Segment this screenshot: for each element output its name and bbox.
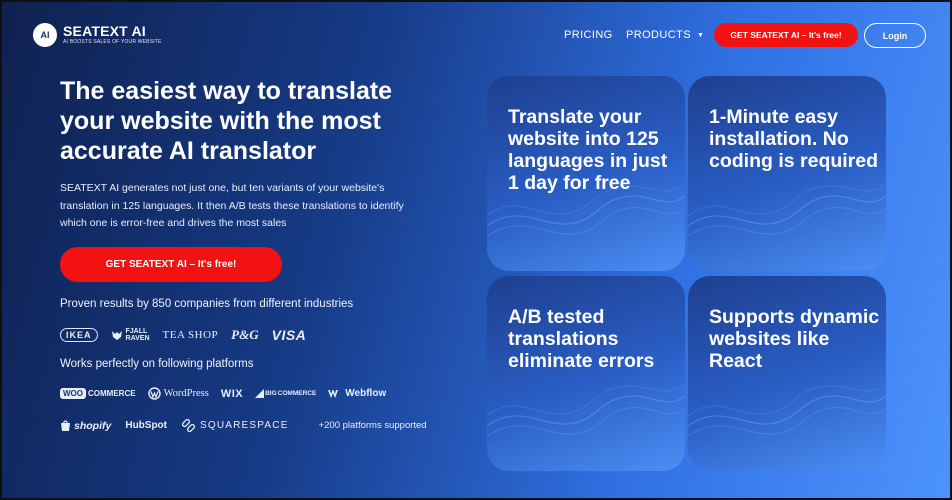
header-cta-button[interactable]: GET SEATEXT AI – It's free! xyxy=(714,23,858,47)
fjallraven-logo: FJALL RAVEN xyxy=(111,328,150,342)
hero-cta-button[interactable]: GET SEATEXT AI – It's free! xyxy=(60,247,282,282)
more-platforms-text: +200 platforms supported xyxy=(318,420,427,431)
woo-badge: WOO xyxy=(60,388,86,399)
fox-icon xyxy=(111,331,122,340)
platform-logos-row-2: shopify HubSpot SQUARESPACE +200 platfor… xyxy=(60,419,427,432)
shopping-bag-icon xyxy=(61,420,70,431)
feature-card-dynamic: Supports dynamic websites like React xyxy=(688,276,886,471)
webflow-logo: Webflow xyxy=(328,388,386,399)
webflow-icon xyxy=(328,389,339,398)
proven-results-text: Proven results by 850 companies from dif… xyxy=(60,298,354,310)
shopify-text: shopify xyxy=(74,419,112,432)
fjallraven-name-top: FJALL xyxy=(125,328,148,335)
ikea-logo: IKEA xyxy=(60,328,98,342)
fjallraven-name-bottom: RAVEN xyxy=(125,335,150,342)
brand-logos: IKEA FJALL RAVEN TEA SHOP P&G VISA xyxy=(60,327,306,343)
visa-logo: VISA xyxy=(271,327,307,343)
nav-products-label: PRODUCTS xyxy=(626,29,691,41)
nav-pricing[interactable]: PRICING xyxy=(564,29,613,41)
feature-card-text: A/B tested translations eliminate errors xyxy=(508,306,655,372)
woo-text: COMMERCE xyxy=(88,389,136,398)
nav-products[interactable]: PRODUCTS ▼ xyxy=(626,29,704,41)
wordpress-logo: WordPress xyxy=(147,387,209,400)
feature-card-installation: 1-Minute easy installation. No coding is… xyxy=(688,76,886,271)
big-text: COMMERCE xyxy=(277,390,317,397)
login-button[interactable]: Login xyxy=(864,23,926,48)
platform-logos-row-1: WOO COMMERCE WordPress WIX BIG COMMERCE … xyxy=(60,387,386,400)
wordpress-icon xyxy=(147,387,161,400)
woocommerce-logo: WOO COMMERCE xyxy=(60,388,136,399)
feature-card-text: Translate your website into 125 language… xyxy=(508,106,668,194)
feature-card-ab-testing: A/B tested translations eliminate errors xyxy=(487,276,685,471)
site-header: AI SEATEXT AI AI BOOSTS SALES OF YOUR WE… xyxy=(0,0,952,70)
logo[interactable]: AI SEATEXT AI AI BOOSTS SALES OF YOUR WE… xyxy=(33,23,162,47)
fjallraven-name: FJALL RAVEN xyxy=(126,328,150,342)
logo-name: SEATEXT AI xyxy=(63,23,146,39)
platforms-text: Works perfectly on following platforms xyxy=(60,358,254,370)
hero-description: SEATEXT AI generates not just one, but t… xyxy=(60,182,404,229)
teashop-logo: TEA SHOP xyxy=(162,329,219,341)
squarespace-icon xyxy=(181,419,196,432)
logo-tagline: AI BOOSTS SALES OF YOUR WEBSITE xyxy=(63,39,162,45)
pg-logo: P&G xyxy=(231,327,259,342)
bigcommerce-logo: BIG COMMERCE xyxy=(255,389,316,398)
webflow-text: Webflow xyxy=(345,388,387,399)
big-badge: BIG xyxy=(265,390,277,397)
wix-logo: WIX xyxy=(220,387,244,400)
hero-title: The easiest way to translate your websit… xyxy=(60,77,393,165)
squarespace-logo: SQUARESPACE xyxy=(181,419,289,432)
feature-card-text: 1-Minute easy installation. No coding is… xyxy=(709,106,879,172)
wordpress-text: WordPress xyxy=(163,388,209,399)
squarespace-text: SQUARESPACE xyxy=(200,420,289,431)
hubspot-logo: HubSpot xyxy=(125,420,167,431)
feature-card-text: Supports dynamic websites like React xyxy=(709,306,880,372)
feature-card-translate: Translate your website into 125 language… xyxy=(487,76,685,271)
logo-badge-icon: AI xyxy=(33,23,57,47)
bigcommerce-icon xyxy=(255,389,265,398)
shopify-logo: shopify xyxy=(60,419,111,432)
chevron-down-icon: ▼ xyxy=(696,31,705,39)
logo-text: SEATEXT AI AI BOOSTS SALES OF YOUR WEBSI… xyxy=(63,24,162,46)
